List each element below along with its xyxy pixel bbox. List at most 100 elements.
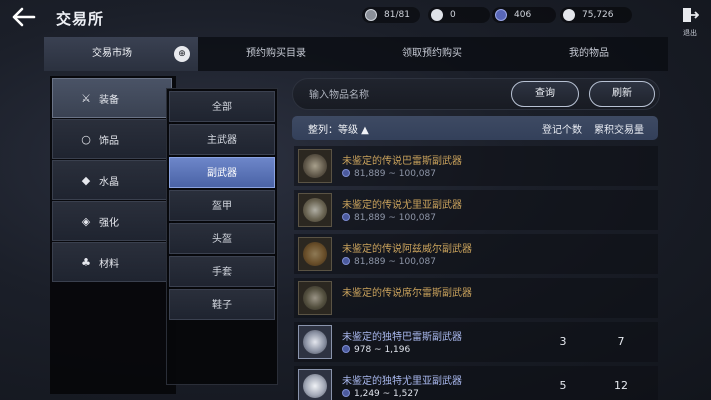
enhance-icon: ◈	[81, 215, 91, 228]
resource-silver: 0	[428, 7, 490, 23]
energy-icon	[365, 9, 377, 21]
category-equipment[interactable]: ⚔ 装备	[52, 78, 172, 118]
category-crystal[interactable]: ◆ 水晶	[52, 160, 172, 200]
item-name: 未鉴定的独特尤里亚副武器	[342, 376, 462, 387]
resource-gold: 75,726	[560, 7, 632, 23]
resource-energy-value: 81/81	[384, 10, 410, 20]
subcategory-sub-weapon[interactable]: 副武器	[169, 157, 275, 188]
blue-diamond-icon	[495, 9, 507, 21]
shield-icon	[303, 286, 327, 310]
item-thumbnail	[298, 369, 332, 400]
item-thumbnail	[298, 193, 332, 227]
item-listed-count: 3	[559, 335, 567, 348]
item-price-range: 81,889 ~ 100,087	[342, 213, 436, 223]
exit-button[interactable]: 退出	[679, 6, 701, 37]
resource-gold-value: 75,726	[582, 10, 614, 20]
gold-coin-icon	[563, 9, 575, 21]
ring-icon: ○	[81, 133, 91, 146]
item-price: 81,889 ~ 100,087	[354, 257, 436, 267]
tab-reserve-catalog[interactable]: 预约购买目录	[198, 37, 354, 71]
item-thumbnail	[298, 149, 332, 183]
silver-coin-icon	[431, 9, 443, 21]
item-price: 81,889 ~ 100,087	[354, 213, 436, 223]
item-traded-volume: 12	[614, 379, 628, 392]
shield-icon	[303, 374, 327, 398]
category-label: 水晶	[99, 177, 119, 188]
shield-icon	[303, 330, 327, 354]
category-label: 材料	[99, 259, 119, 270]
item-name: 未鉴定的传说席尔雷斯副武器	[342, 288, 472, 299]
resource-diamond: 406	[492, 7, 556, 23]
list-item[interactable]: 未鉴定的传说席尔雷斯副武器	[294, 278, 658, 318]
list-item[interactable]: 未鉴定的传说阿兹威尔副武器 81,889 ~ 100,087	[294, 234, 658, 274]
item-price-range: 81,889 ~ 100,087	[342, 169, 436, 179]
tab-reserve-claim[interactable]: 领取预约购买	[354, 37, 510, 71]
subcategory-menu: 全部 主武器 副武器 盔甲 头盔 手套 鞋子	[166, 88, 278, 385]
exit-door-icon	[683, 8, 700, 22]
column-traded-volume: 累积交易量	[594, 125, 644, 136]
diamond-coin-icon	[342, 345, 350, 353]
subcategory-main-weapon[interactable]: 主武器	[169, 124, 275, 155]
back-arrow-icon[interactable]	[10, 5, 38, 29]
subcategory-gloves[interactable]: 手套	[169, 256, 275, 287]
list-item[interactable]: 未鉴定的独特尤里亚副武器 1,249 ~ 1,527 5 12	[294, 366, 658, 400]
category-accessory[interactable]: ○ 饰品	[52, 119, 172, 159]
market-info-icon[interactable]: ⊕	[174, 46, 190, 62]
diamond-coin-icon	[342, 389, 350, 397]
shield-icon	[303, 154, 327, 178]
item-price: 1,249 ~ 1,527	[354, 389, 419, 399]
category-enhance[interactable]: ◈ 强化	[52, 201, 172, 241]
page-title: 交易所	[56, 10, 105, 28]
item-listed-count: 5	[559, 379, 567, 392]
shield-icon	[303, 242, 327, 266]
item-price-range: 81,889 ~ 100,087	[342, 257, 436, 267]
shield-icon	[303, 198, 327, 222]
subcategory-all[interactable]: 全部	[169, 91, 275, 122]
exit-label: 退出	[683, 29, 697, 37]
list-item[interactable]: 未鉴定的传说尤里亚副武器 81,889 ~ 100,087	[294, 190, 658, 230]
item-traded-volume: 7	[617, 335, 625, 348]
resource-diamond-value: 406	[514, 10, 532, 20]
item-price-range: 1,249 ~ 1,527	[342, 389, 419, 399]
diamond-coin-icon	[342, 169, 350, 177]
category-panel: ⚔ 装备 ○ 饰品 ◆ 水晶 ◈ 强化 ♣ 材料	[50, 76, 176, 394]
item-thumbnail	[298, 281, 332, 315]
tab-market[interactable]: 交易市场 ⊕	[44, 37, 198, 71]
category-material[interactable]: ♣ 材料	[52, 242, 172, 282]
item-name: 未鉴定的独特巴雷斯副武器	[342, 332, 462, 343]
item-name: 未鉴定的传说阿兹威尔副武器	[342, 244, 472, 255]
item-thumbnail	[298, 325, 332, 359]
top-bar: 交易所 81/81 0 406 75,726 退出	[0, 0, 711, 37]
item-thumbnail	[298, 237, 332, 271]
list-item[interactable]: 未鉴定的独特巴雷斯副武器 978 ~ 1,196 3 7	[294, 322, 658, 362]
category-label: 饰品	[99, 136, 119, 147]
subcategory-armor[interactable]: 盔甲	[169, 190, 275, 221]
column-listed-count: 登记个数	[542, 125, 582, 136]
crossed-swords-icon: ⚔	[81, 92, 91, 105]
resource-energy: 81/81	[362, 7, 420, 23]
search-button[interactable]: 查询	[511, 81, 579, 107]
diamond-coin-icon	[342, 257, 350, 265]
item-name: 未鉴定的传说巴雷斯副武器	[342, 156, 462, 167]
diamond-coin-icon	[342, 213, 350, 221]
search-input[interactable]	[309, 87, 499, 103]
item-name: 未鉴定的传说尤里亚副武器	[342, 200, 462, 211]
tab-bar: 交易市场 ⊕ 预约购买目录 领取预约购买 我的物品	[44, 37, 668, 71]
tab-market-label: 交易市场	[92, 48, 132, 59]
refresh-button[interactable]: 刷新	[589, 81, 655, 107]
gem-icon: ◆	[81, 174, 91, 187]
category-label: 强化	[99, 218, 119, 229]
tab-my-items[interactable]: 我的物品	[510, 37, 668, 71]
item-price: 81,889 ~ 100,087	[354, 169, 436, 179]
category-label: 装备	[99, 95, 119, 106]
list-item[interactable]: 未鉴定的传说巴雷斯副武器 81,889 ~ 100,087	[294, 146, 658, 186]
resource-silver-value: 0	[450, 10, 456, 20]
subcategory-boots[interactable]: 鞋子	[169, 289, 275, 320]
list-header: 整列：等级 ▲ 登记个数 累积交易量	[292, 116, 658, 140]
item-list: 未鉴定的传说巴雷斯副武器 81,889 ~ 100,087 未鉴定的传说尤里亚副…	[292, 146, 658, 400]
search-bar: 查询 刷新	[292, 78, 660, 110]
item-price-range: 978 ~ 1,196	[342, 345, 410, 355]
item-price: 978 ~ 1,196	[354, 345, 411, 355]
sort-level-toggle[interactable]: 整列：等级 ▲	[308, 121, 369, 136]
subcategory-helmet[interactable]: 头盔	[169, 223, 275, 254]
